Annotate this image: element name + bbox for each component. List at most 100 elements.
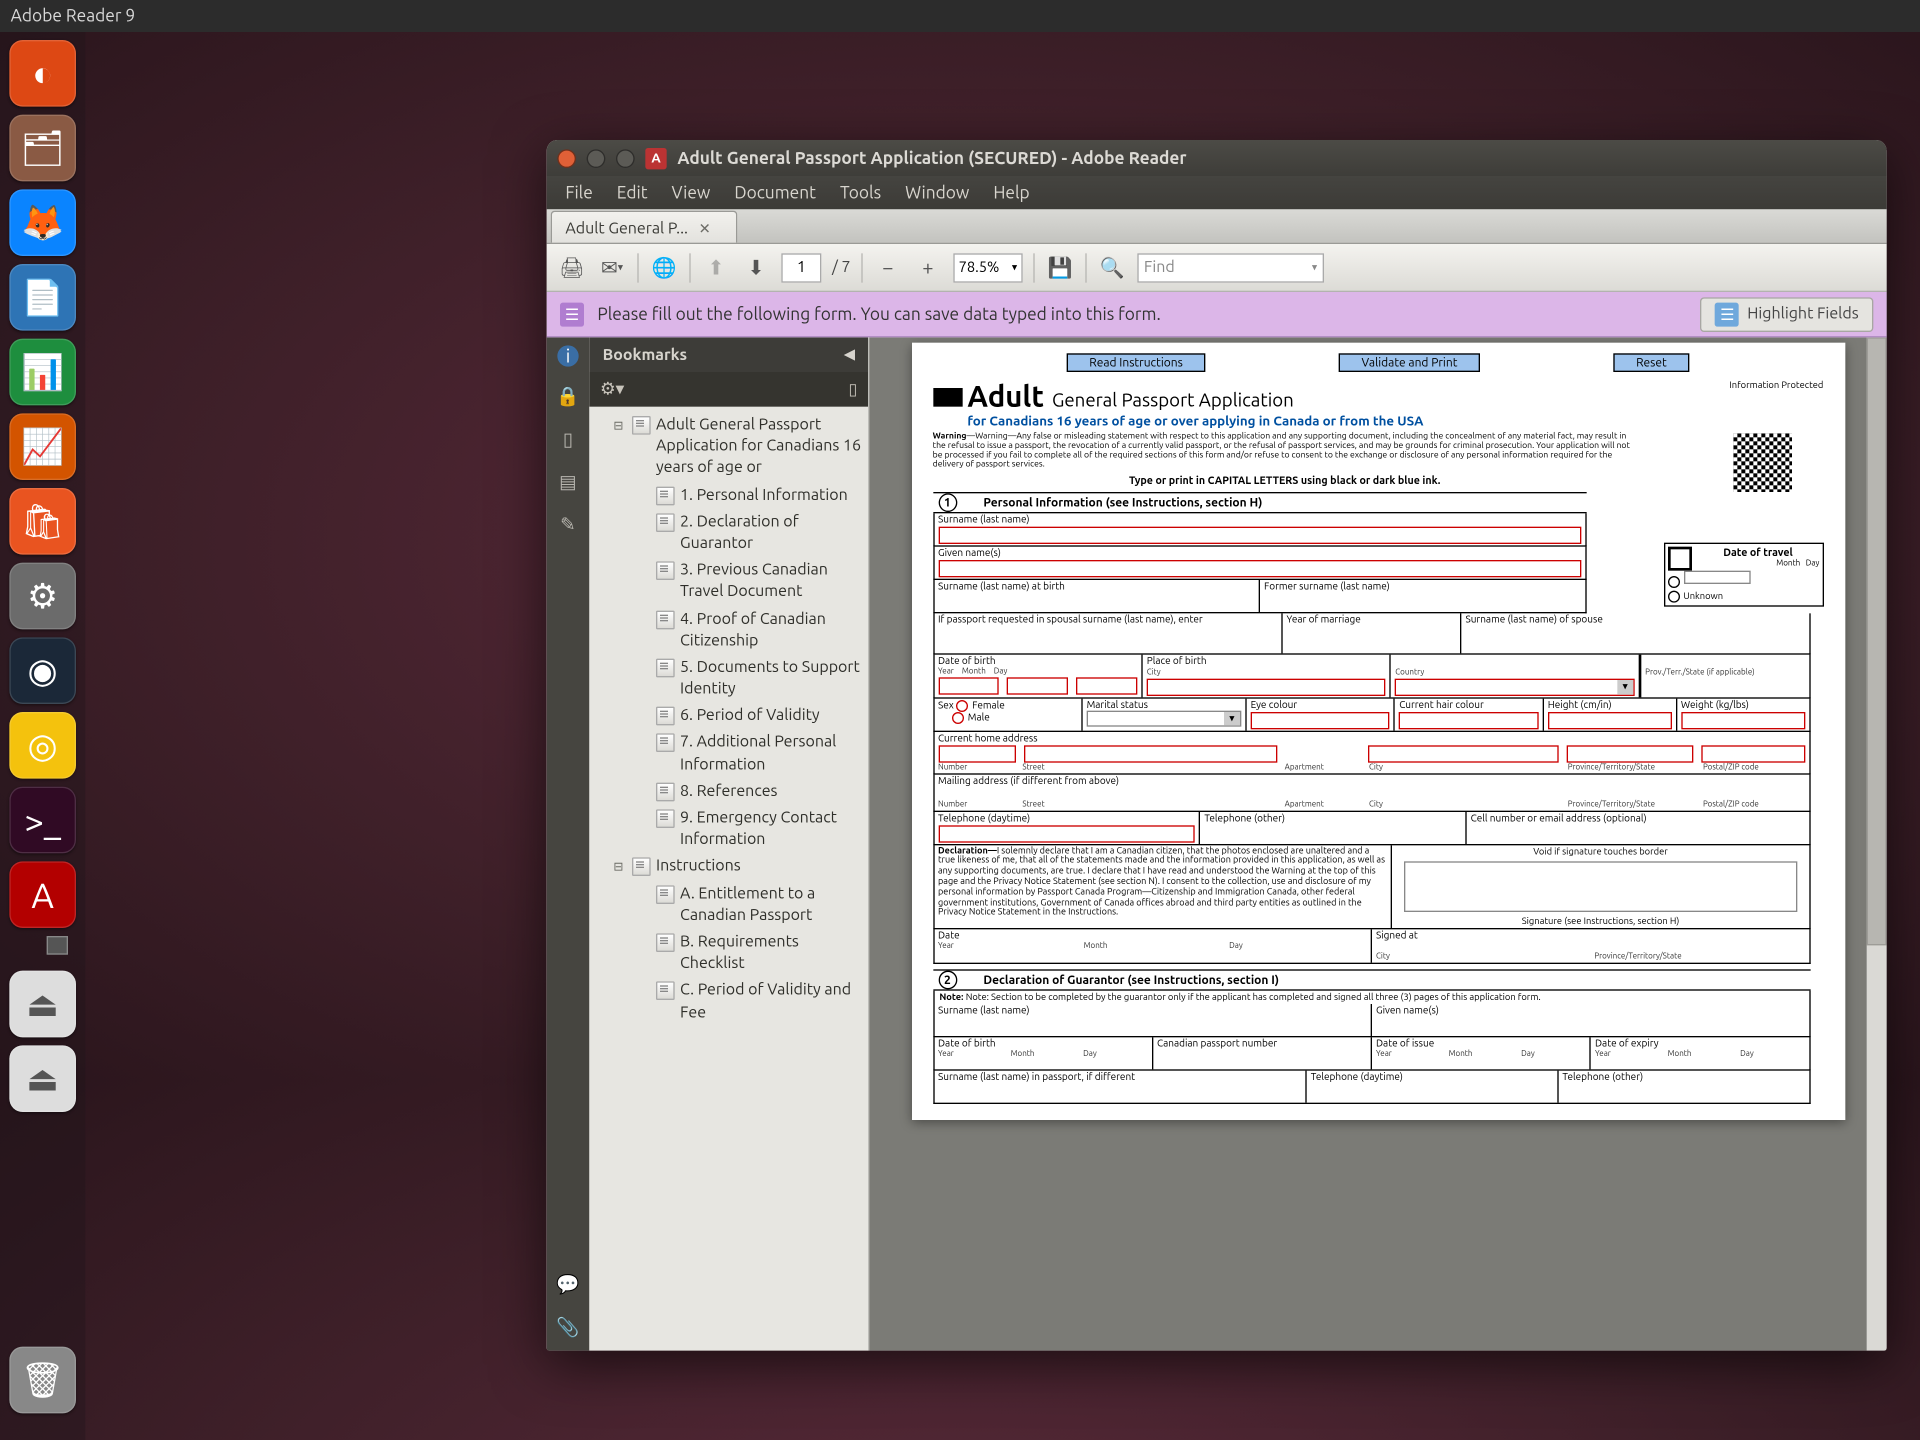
tab-close-icon[interactable]: ✕: [699, 220, 711, 237]
bookmark-item[interactable]: 8. References: [589, 778, 868, 805]
menu-window[interactable]: Window: [894, 179, 980, 206]
sex-male-radio[interactable]: [952, 711, 964, 723]
bookmark-options-icon[interactable]: ⚙▾: [600, 379, 624, 399]
launcher-files[interactable]: 🗂: [9, 115, 76, 182]
bookmark-item[interactable]: ⊟Adult General Passport Application for …: [589, 412, 868, 482]
document-viewport[interactable]: Read Instructions Validate and Print Res…: [869, 337, 1886, 1350]
surname-input[interactable]: [938, 526, 1581, 543]
validate-print-button[interactable]: Validate and Print: [1339, 353, 1480, 372]
highlight-icon: ☰: [1715, 302, 1739, 326]
highlight-fields-button[interactable]: ☰ Highlight Fields: [1701, 297, 1874, 332]
lock-icon[interactable]: 🔒: [555, 383, 582, 410]
bookmark-item[interactable]: ⊟Instructions: [589, 854, 868, 881]
travel-date-radio[interactable]: [1667, 576, 1679, 588]
scrollbar-thumb[interactable]: [1867, 337, 1887, 945]
form-icon: ☰: [560, 302, 584, 326]
document-tab[interactable]: Adult General P... ✕: [551, 211, 738, 243]
page-total: / 7: [832, 259, 851, 276]
page-down-icon[interactable]: ⬇: [741, 253, 770, 282]
launcher-writer[interactable]: 📄: [9, 264, 76, 331]
launcher-calc[interactable]: 📊: [9, 339, 76, 406]
menu-help[interactable]: Help: [983, 179, 1041, 206]
launcher-drive[interactable]: ⏏: [9, 1045, 76, 1112]
bookmark-item[interactable]: B. Requirements Checklist: [589, 929, 868, 978]
launcher-settings[interactable]: ⚙: [9, 563, 76, 630]
menu-view[interactable]: View: [661, 179, 721, 206]
bookmark-item[interactable]: 1. Personal Information: [589, 482, 868, 509]
window-title: Adult General Passport Application (SECU…: [677, 149, 1186, 168]
launcher-firefox[interactable]: 🦊: [9, 189, 76, 256]
zoom-select[interactable]: 78.5%▾: [953, 253, 1022, 282]
menu-document[interactable]: Document: [724, 179, 827, 206]
bookmark-item[interactable]: 6. Period of Validity: [589, 703, 868, 730]
menu-edit[interactable]: Edit: [606, 179, 658, 206]
pdf-page: Read Instructions Validate and Print Res…: [911, 343, 1844, 1120]
bookmark-item[interactable]: 2. Declaration of Guarantor: [589, 509, 868, 558]
signatures-icon[interactable]: ✎: [555, 511, 582, 538]
form-info-bar: ☰ Please fill out the following form. Yo…: [547, 292, 1887, 337]
system-top-bar: Adobe Reader 9 ◎ 📶 En 🔋 🔊 4:09 PM ⚙: [0, 0, 1920, 32]
window-close-button[interactable]: [557, 149, 576, 168]
launcher-terminal[interactable]: >_: [9, 787, 76, 854]
bookmark-item[interactable]: 4. Proof of Canadian Citizenship: [589, 606, 868, 655]
collab-icon[interactable]: 🌐: [649, 253, 678, 282]
save-icon[interactable]: 💾: [1045, 253, 1074, 282]
page-up-icon[interactable]: ⬆: [701, 253, 730, 282]
bookmark-item[interactable]: 5. Documents to Support Identity: [589, 655, 868, 704]
unity-launcher: ◐ 🗂 🦊 📄 📊 📈 🛍 ⚙ ◉ ◎ >_ A ⏏ ⏏ 🗑: [0, 32, 85, 1440]
zoom-out-icon[interactable]: −: [873, 253, 902, 282]
print-icon[interactable]: 🖨: [557, 253, 586, 282]
launcher-software[interactable]: 🛍: [9, 488, 76, 555]
launcher-trash[interactable]: 🗑: [9, 1347, 76, 1414]
date-of-travel-box: Date of travel Month Day Unknown: [1663, 543, 1823, 607]
main-body: i 🔒 ▯ ▤ ✎ 💬 📎 Bookmarks ◀ ⚙▾ ▯ ⊟Adult Ge…: [547, 337, 1887, 1350]
bookmark-item[interactable]: 3. Previous Canadian Travel Document: [589, 558, 868, 607]
bookmark-item[interactable]: 9. Emergency Contact Information: [589, 805, 868, 854]
toolbar: 🖨 ✉▾ 🌐 ⬆ ⬇ / 7 − + 78.5%▾ 💾 🔍 Find▾: [547, 244, 1887, 292]
zoom-in-icon[interactable]: +: [913, 253, 942, 282]
bookmark-item[interactable]: A. Entitlement to a Canadian Passport: [589, 881, 868, 930]
bookmarks-tree: ⊟Adult General Passport Application for …: [589, 407, 868, 1351]
page-number-input[interactable]: [781, 253, 821, 282]
bookmark-item[interactable]: 7. Additional Personal Information: [589, 730, 868, 779]
attachments-icon[interactable]: 📎: [555, 1313, 582, 1340]
tab-label: Adult General P...: [565, 220, 688, 237]
read-instructions-button[interactable]: Read Instructions: [1067, 353, 1206, 372]
info-icon[interactable]: i: [557, 345, 578, 366]
workspace-switcher[interactable]: [17, 936, 68, 963]
launcher-dash[interactable]: ◐: [9, 40, 76, 107]
vertical-scrollbar[interactable]: [1867, 337, 1887, 1350]
panel-collapse-icon[interactable]: ◀: [844, 347, 854, 363]
info-protected-label: Information Protected: [1729, 380, 1823, 391]
side-panel-icons: i 🔒 ▯ ▤ ✎ 💬 📎: [547, 337, 590, 1350]
bookmarks-panel: Bookmarks ◀ ⚙▾ ▯ ⊟Adult General Passport…: [589, 337, 869, 1350]
launcher-chrome[interactable]: ◎: [9, 712, 76, 779]
bookmarks-header: Bookmarks ◀: [589, 337, 868, 372]
window-minimize-button[interactable]: [587, 149, 606, 168]
launcher-steam[interactable]: ◉: [9, 637, 76, 704]
document-tabs: Adult General P... ✕: [547, 209, 1887, 244]
bookmark-new-icon[interactable]: ▯: [849, 380, 858, 399]
travel-unknown-radio[interactable]: [1667, 590, 1679, 602]
bookmark-item[interactable]: C. Period of Validity and Fee: [589, 978, 868, 1027]
form-message: Please fill out the following form. You …: [597, 305, 1160, 324]
launcher-impress[interactable]: 📈: [9, 413, 76, 480]
find-input[interactable]: Find▾: [1137, 253, 1324, 282]
window-titlebar[interactable]: A Adult General Passport Application (SE…: [547, 140, 1887, 176]
launcher-adobe-reader[interactable]: A: [9, 861, 76, 928]
window-maximize-button[interactable]: [616, 149, 635, 168]
bookmarks-options: ⚙▾ ▯: [589, 372, 868, 407]
launcher-drive[interactable]: ⏏: [9, 971, 76, 1038]
email-icon[interactable]: ✉▾: [597, 253, 626, 282]
search-icon[interactable]: 🔍: [1097, 253, 1126, 282]
given-names-input[interactable]: [938, 559, 1581, 576]
reset-button[interactable]: Reset: [1613, 353, 1689, 372]
comments-icon[interactable]: 💬: [555, 1271, 582, 1298]
bookmarks-icon[interactable]: ▤: [555, 468, 582, 495]
menu-file[interactable]: File: [555, 179, 604, 206]
active-app-title: Adobe Reader 9: [11, 7, 1920, 26]
sex-female-radio[interactable]: [956, 699, 968, 711]
menu-tools[interactable]: Tools: [829, 179, 892, 206]
pages-icon[interactable]: ▯: [555, 425, 582, 452]
adobe-reader-icon: A: [645, 147, 666, 168]
